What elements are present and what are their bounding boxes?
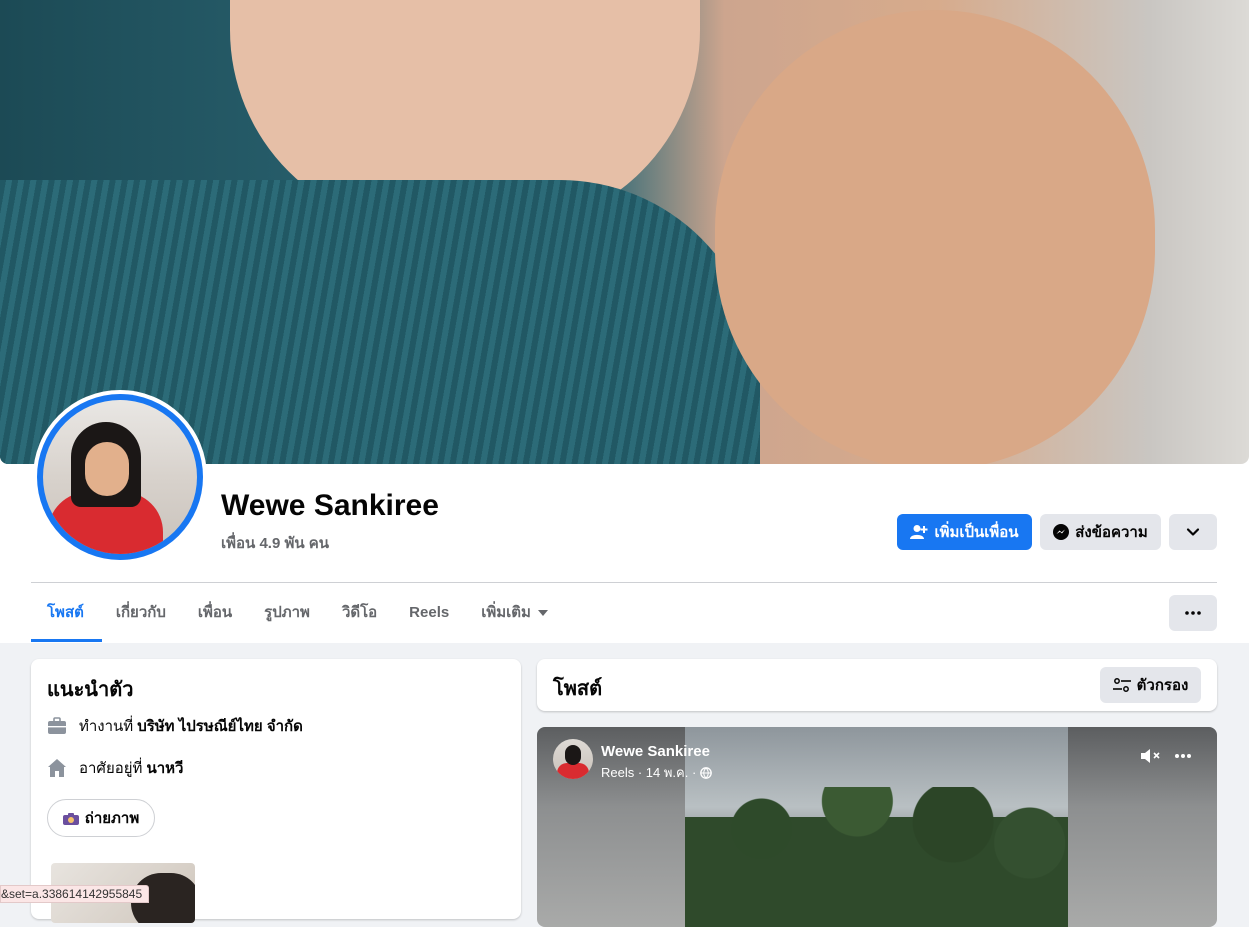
tab-friends[interactable]: เพื่อน [182,595,248,631]
profile-options-button[interactable] [1169,595,1217,631]
briefcase-icon [48,717,66,734]
reel-post[interactable]: Wewe Sankiree Reels · 14 พ.ค. · [537,727,1217,927]
muted-speaker-icon[interactable] [1140,747,1162,765]
tab-about[interactable]: เกี่ยวกับ [100,595,182,631]
reel-author-avatar[interactable] [553,739,593,779]
take-photo-button[interactable]: ถ่ายภาพ [47,799,155,837]
tab-more-label: เพิ่มเติม [481,604,531,621]
tab-more[interactable]: เพิ่มเติม [465,595,564,631]
intro-work-value[interactable]: บริษัท ไปรษณีย์ไทย จำกัด [137,714,303,738]
reel-video[interactable] [685,727,1068,927]
intro-title: แนะนำตัว [47,679,134,701]
reel-meta: Reels · 14 พ.ค. · [601,762,713,783]
more-dots-icon [1185,611,1201,615]
caret-down-icon [537,610,548,616]
intro-home-value[interactable]: นาหวี [146,756,183,780]
header-divider [31,582,1217,583]
cover-photo[interactable] [0,0,1249,464]
intro-home-prefix: อาศัยอยู่ที่ [79,760,143,777]
add-friend-label: เพิ่มเป็นเพื่อน [934,524,1019,541]
messenger-icon [1053,524,1070,540]
camera-icon [62,812,79,825]
intro-work-prefix: ทำงานที่ [79,718,134,735]
reel-meta-text[interactable]: Reels · 14 พ.ค. · [601,762,696,783]
active-tab-indicator [31,639,102,642]
take-photo-label: ถ่ายภาพ [84,810,140,827]
reel-avatar-shirt [557,763,589,779]
tab-reels[interactable]: Reels [393,595,465,631]
reel-avatar-hair [565,745,581,765]
filter-label: ตัวกรอง [1136,677,1189,694]
globe-icon [700,766,713,779]
reel-author-name[interactable]: Wewe Sankiree [601,743,710,760]
filter-sliders-icon [1112,678,1131,692]
posts-header-card: โพสต์ ตัวกรอง [537,659,1217,711]
tab-photos[interactable]: รูปภาพ [248,595,326,631]
reel-more-dots-icon[interactable] [1174,747,1192,765]
intro-work-row: ทำงานที่ บริษัท ไปรษณีย์ไทย จำกัด [47,714,303,738]
chevron-down-icon [1186,528,1200,536]
message-label: ส่งข้อความ [1075,524,1148,541]
profile-tabs: โพสต์ เกี่ยวกับ เพื่อน รูปภาพ วิดีโอ Ree… [31,595,564,643]
profile-header: Wewe Sankiree เพื่อน 4.9 พัน คน เพิ่มเป็… [0,0,1249,643]
filter-button[interactable]: ตัวกรอง [1100,667,1201,703]
home-icon [48,759,66,777]
add-friend-button[interactable]: เพิ่มเป็นเพื่อน [897,514,1032,550]
intro-card: แนะนำตัว ทำงานที่ บริษัท ไปรษณีย์ไทย จำก… [31,659,521,923]
cover-photo-child-face [715,10,1155,464]
profile-picture-face [85,442,129,496]
tab-videos[interactable]: วิดีโอ [326,595,393,631]
browser-status-url: &set=a.338614142955845 [0,885,150,903]
profile-picture[interactable] [43,400,197,554]
posts-title: โพสต์ [553,678,603,700]
add-friend-icon [910,525,928,539]
friends-count[interactable]: เพื่อน 4.9 พัน คน [221,531,329,555]
message-button[interactable]: ส่งข้อความ [1040,514,1161,550]
reel-video-forest [685,787,1068,927]
profile-more-dropdown-button[interactable] [1169,514,1217,550]
profile-name: Wewe Sankiree [221,489,439,522]
tab-posts[interactable]: โพสต์ [31,595,100,631]
intro-home-row: อาศัยอยู่ที่ นาหวี [47,756,183,780]
